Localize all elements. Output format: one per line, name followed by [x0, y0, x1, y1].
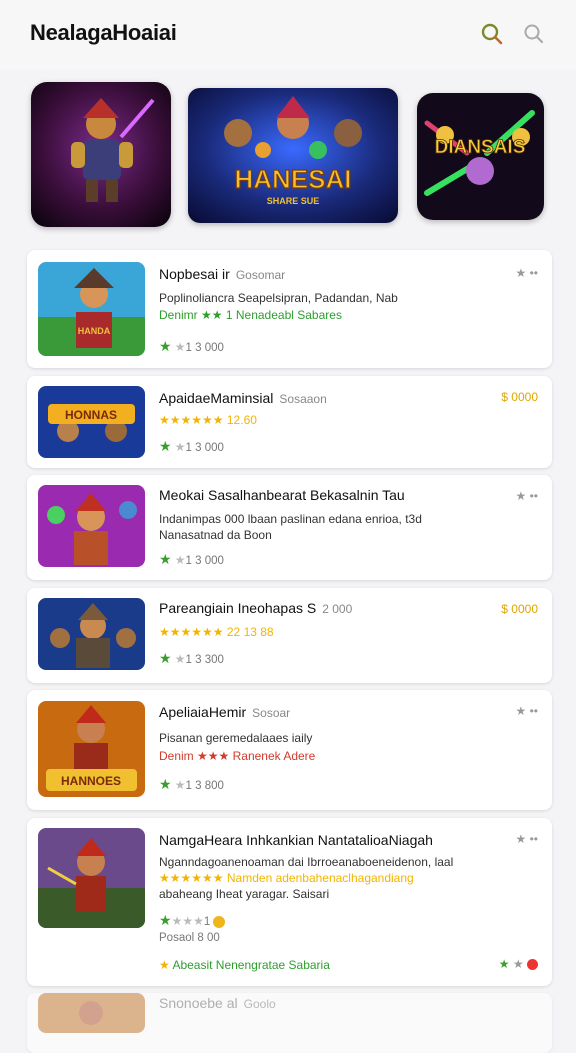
app-price: $ 0000 [501, 390, 538, 404]
app-name: Meokai Sasalhanbearat Bekasalnin Tau [159, 487, 405, 503]
app-rating: ★ ★1 3 000 [159, 551, 224, 567]
app-card-1[interactable]: HANDA Nopbesai ir Gosomar ★ •• Poplinolia… [27, 250, 552, 368]
card-actions[interactable]: ★ ★ [499, 957, 538, 971]
banner-title: DIANSAIS [435, 137, 526, 158]
app-name: NamgaHeara Inhkankian NantatalioaNiagah [159, 832, 433, 848]
app-rating: ★ ★1 3 300 [159, 650, 224, 666]
more-options-icon[interactable]: ★ •• [516, 832, 539, 846]
app-thumbnail [38, 598, 145, 670]
search-icon[interactable] [480, 22, 504, 46]
app-description: Nganndagoanenoaman dai Ibrroeanaboeneide… [159, 855, 454, 869]
app-description: Poplinoliancra Seapelsipran, Padandan, N… [159, 291, 398, 305]
app-name: Snonoebe al Goolo [159, 995, 276, 1011]
app-name: Nopbesai ir Gosomar [159, 266, 286, 282]
alert-icon [527, 959, 538, 971]
svg-text:HANNOES: HANNOES [61, 774, 121, 788]
app-thumbnail: HANDA [38, 262, 145, 356]
app-description: Indanimpas 000 lbaan paslinan edana enri… [159, 512, 422, 526]
coin-icon [213, 915, 226, 928]
search-icon[interactable] [522, 22, 546, 46]
app-thumbnail [38, 485, 145, 567]
app-name: ApeliaiaHemir Sosoar [159, 704, 291, 720]
app-thumbnail [38, 993, 145, 1033]
app-stars: ★★★★★★ 12.60 [159, 413, 257, 427]
app-thumbnail: HANNOES [38, 701, 145, 797]
app-title: NealagaHoaiai [30, 20, 177, 45]
app-card-4[interactable]: Pareangiain Ineohapas S2 000 $ 0000 ★★★★… [27, 588, 552, 683]
app-card-6[interactable]: NamgaHeara Inhkankian NantatalioaNiagah … [27, 818, 552, 986]
app-rating: ★ ★1 3 000 [159, 338, 224, 354]
featured-banner-1[interactable] [31, 82, 171, 227]
svg-text:HANDA: HANDA [78, 326, 111, 336]
app-tags: Denim ★★★ Ranenek Adere [159, 749, 316, 763]
more-options-icon[interactable]: ★ •• [516, 266, 539, 280]
app-description-3: abaheang Iheat yaragar. Saisari [159, 887, 330, 901]
app-name: Pareangiain Ineohapas S2 000 [159, 600, 353, 616]
app-card-2[interactable]: HONNAS ApaidaeMaminsial Sosaaon $ 0000 ★★… [27, 376, 552, 468]
app-card-5[interactable]: HANNOES ApeliaiaHemir Sosoar ★ •• Pisanan… [27, 690, 552, 810]
app-rating: ★ ★1 3 800 [159, 776, 224, 792]
app-name: ApaidaeMaminsial Sosaaon [159, 390, 327, 406]
app-description: Pisanan geremedalaaes iaily [159, 731, 313, 745]
app-tags: Denimr ★★ 1 Nenadeabl Sabares [159, 308, 342, 322]
app-description-2: Nanasatnad da Boon [159, 528, 272, 542]
app-rating: ★★★★1 [159, 912, 226, 929]
app-rating-count: Posaol 8 00 [159, 932, 220, 944]
banner-subtitle: SHARE SUE [267, 196, 320, 206]
app-description-2: ★★★★★★ Namden adenbahenaclhagandiang [159, 871, 414, 885]
featured-banner-2[interactable]: HANESAI SHARE SUE [188, 88, 398, 223]
app-thumbnail [38, 828, 145, 928]
app-card-7[interactable]: Snonoebe al Goolo [27, 993, 552, 1053]
svg-text:HONNAS: HONNAS [65, 408, 117, 422]
more-options-icon[interactable]: ★ •• [516, 489, 539, 503]
app-tags: ★ Abeasit Nenengratae Sabaria [159, 958, 330, 972]
app-price: $ 0000 [501, 602, 538, 616]
app-header: NealagaHoaiai [0, 0, 576, 70]
featured-banner-3[interactable]: DIANSAIS [417, 93, 544, 220]
app-card-3[interactable]: Meokai Sasalhanbearat Bekasalnin Tau ★ •… [27, 475, 552, 580]
app-rating: ★ ★1 3 000 [159, 438, 224, 454]
more-options-icon[interactable]: ★ •• [516, 704, 539, 718]
app-thumbnail: HONNAS [38, 386, 145, 458]
app-stars: ★★★★★★ 22 13 88 [159, 625, 274, 639]
banner-title: HANESAI [234, 164, 351, 194]
